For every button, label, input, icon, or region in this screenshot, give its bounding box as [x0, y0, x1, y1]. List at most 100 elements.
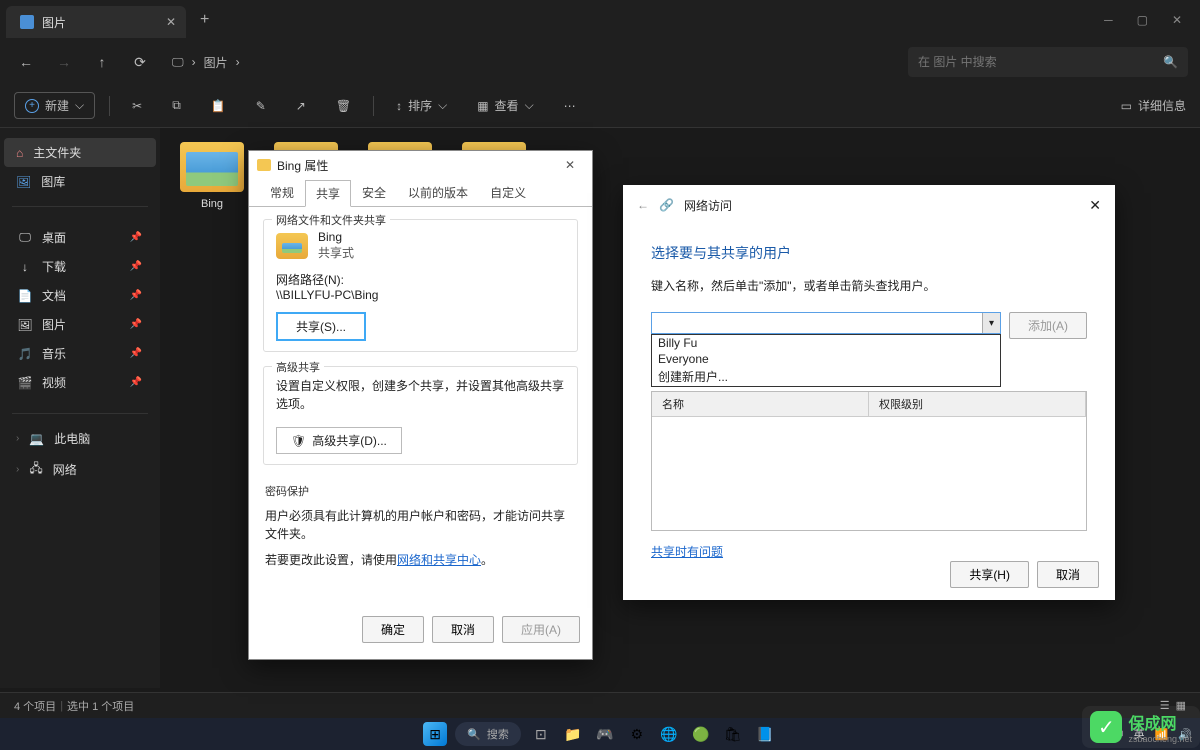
ok-button[interactable]: 确定 — [362, 616, 424, 643]
search-input[interactable] — [918, 55, 1163, 69]
sort-button[interactable]: ↕ 排序 ⌵ — [388, 93, 455, 118]
share-confirm-button[interactable]: 共享(H) — [950, 561, 1029, 588]
network-center-link[interactable]: 网络和共享中心 — [397, 553, 481, 567]
list-header: 名称 权限级别 — [652, 392, 1086, 417]
sidebar-item-0[interactable]: 🖵桌面📌 — [6, 223, 154, 252]
sidebar-item-4[interactable]: 🎵音乐📌 — [6, 339, 154, 368]
dialog2-subtitle: 键入名称，然后单击"添加"，或者单击箭头查找用户。 — [651, 277, 1087, 294]
gallery-icon: 🖼 — [16, 175, 31, 189]
dialog2-body: 选择要与其共享的用户 键入名称，然后单击"添加"，或者单击箭头查找用户。 ▾ B… — [623, 225, 1115, 578]
minimize-button[interactable]: ─ — [1104, 13, 1113, 27]
view-button[interactable]: ▦ 查看 ⌵ — [469, 93, 541, 118]
user-input[interactable] — [651, 312, 1001, 334]
users-listbox[interactable]: 名称 权限级别 — [651, 391, 1087, 531]
taskbar-search[interactable]: 🔍 搜索 — [455, 722, 521, 746]
app-icon[interactable]: 🌐 — [657, 722, 681, 746]
window-controls: ─ ▢ ✕ — [1104, 13, 1200, 27]
cut-button[interactable]: ✂ — [124, 95, 150, 117]
tab-close-icon[interactable]: ✕ — [166, 15, 176, 29]
edge-icon[interactable]: 🟢 — [689, 722, 713, 746]
share-button[interactable]: 共享(S)... — [276, 312, 366, 341]
pin-icon: 📌 — [130, 319, 142, 330]
sidebar-network[interactable]: ›🖧网络 — [4, 453, 156, 486]
dialog2-title: 网络访问 — [684, 197, 732, 214]
user-combobox[interactable]: ▾ Billy Fu Everyone 创建新用户... — [651, 312, 1001, 339]
monitor-icon: 🖵 — [172, 55, 184, 70]
app-icon[interactable]: 🎮 — [593, 722, 617, 746]
col-permission[interactable]: 权限级别 — [869, 392, 1086, 416]
sidebar-item-5[interactable]: 🎬视频📌 — [6, 368, 154, 397]
selected-count: 选中 1 个项目 — [67, 698, 134, 714]
app-icon[interactable]: 📘 — [753, 722, 777, 746]
statusbar: 4 个项目 | 选中 1 个项目 ☰ ▦ — [0, 692, 1200, 718]
search-icon[interactable]: 🔍 — [1163, 55, 1178, 69]
combobox-arrow-icon[interactable]: ▾ — [982, 313, 1000, 333]
rename-button[interactable]: ✎ — [248, 95, 274, 117]
dialog2-heading: 选择要与其共享的用户 — [651, 243, 1087, 263]
paste-button[interactable]: 📋 — [203, 95, 234, 117]
forward-button[interactable]: → — [50, 48, 78, 76]
delete-button[interactable]: 🗑 — [328, 95, 359, 117]
tab-general[interactable]: 常规 — [259, 179, 305, 206]
start-button[interactable]: ⊞ — [423, 722, 447, 746]
cancel-button[interactable]: 取消 — [1037, 561, 1099, 588]
sidebar-item-2[interactable]: 📄文档📌 — [6, 281, 154, 310]
col-name[interactable]: 名称 — [652, 392, 869, 416]
dropdown-option[interactable]: Billy Fu — [652, 335, 1000, 351]
dropdown-option[interactable]: Everyone — [652, 351, 1000, 367]
tab-pictures[interactable]: 图片 ✕ — [6, 6, 186, 38]
dialog-close-button[interactable]: ✕ — [556, 155, 584, 175]
task-view-icon[interactable]: ⊡ — [529, 722, 553, 746]
dialog2-header: ← 🔗 网络访问 ✕ — [623, 185, 1115, 225]
pin-icon: 📌 — [130, 290, 142, 301]
dropdown-option[interactable]: 创建新用户... — [652, 367, 1000, 386]
advanced-share-button[interactable]: 🛡 高级共享(D)... — [276, 427, 402, 454]
properties-dialog: Bing 属性 ✕ 常规 共享 安全 以前的版本 自定义 网络文件和文件夹共享 … — [248, 150, 593, 660]
dialog-body: 网络文件和文件夹共享 Bing 共享式 网络路径(N): \\BILLYFU-P… — [249, 206, 592, 606]
app-icon[interactable]: ⚙ — [625, 722, 649, 746]
explorer-icon[interactable]: 📁 — [561, 722, 585, 746]
new-tab-button[interactable]: + — [200, 11, 209, 29]
pc-icon: 💻 — [29, 432, 44, 446]
dialog-titlebar[interactable]: Bing 属性 ✕ — [249, 151, 592, 179]
details-panel-button[interactable]: ▭ 详细信息 — [1121, 97, 1186, 114]
breadcrumb-pictures[interactable]: 图片 — [204, 54, 228, 71]
pin-icon: 📌 — [130, 232, 142, 243]
sidebar-thispc[interactable]: ›💻此电脑 — [4, 424, 156, 453]
search-box[interactable]: 🔍 — [908, 47, 1188, 77]
close-button[interactable]: ✕ — [1172, 13, 1182, 27]
new-button[interactable]: + 新建 ⌵ — [14, 92, 95, 119]
sidebar-item-1[interactable]: ↓下载📌 — [6, 252, 154, 281]
add-button[interactable]: 添加(A) — [1009, 312, 1087, 339]
apply-button[interactable]: 应用(A) — [502, 616, 580, 643]
taskbar: ⊞ 🔍 搜索 ⊡ 📁 🎮 ⚙ 🌐 🟢 🛍 📘 ⌃ 中 英 📶 🔊 — [0, 718, 1200, 750]
tab-customize[interactable]: 自定义 — [479, 179, 537, 206]
network-share-section: 网络文件和文件夹共享 Bing 共享式 网络路径(N): \\BILLYFU-P… — [263, 219, 578, 352]
back-icon[interactable]: ← — [637, 198, 649, 212]
back-button[interactable]: ← — [12, 48, 40, 76]
tab-sharing[interactable]: 共享 — [305, 180, 351, 207]
folder-bing[interactable]: Bing — [174, 142, 250, 210]
copy-button[interactable]: ⧉ — [164, 94, 189, 117]
store-icon[interactable]: 🛍 — [721, 722, 745, 746]
dialog-buttons: 确定 取消 应用(A) — [249, 606, 592, 653]
share-button[interactable]: ↗ — [288, 95, 314, 117]
maximize-button[interactable]: ▢ — [1137, 13, 1148, 27]
up-button[interactable]: ↑ — [88, 48, 116, 76]
tab-label: 图片 — [42, 14, 66, 31]
share-name: Bing — [318, 230, 354, 244]
folder-icon — [276, 233, 308, 259]
tab-security[interactable]: 安全 — [351, 179, 397, 206]
dialog2-close-button[interactable]: ✕ — [1089, 197, 1101, 214]
tab-previous[interactable]: 以前的版本 — [397, 179, 479, 206]
titlebar: 图片 ✕ + ─ ▢ ✕ — [0, 0, 1200, 40]
sidebar-item-3[interactable]: 🖼图片📌 — [6, 310, 154, 339]
breadcrumb[interactable]: 🖵 › 图片 › — [172, 54, 240, 71]
refresh-button[interactable]: ⟳ — [126, 48, 154, 76]
sidebar-home[interactable]: ⌂主文件夹 — [4, 138, 156, 167]
sidebar-gallery[interactable]: 🖼图库 — [4, 167, 156, 196]
watermark-icon: ✓ — [1090, 711, 1122, 743]
more-button[interactable]: ⋯ — [556, 95, 584, 117]
pin-icon: 📌 — [130, 261, 142, 272]
cancel-button[interactable]: 取消 — [432, 616, 494, 643]
